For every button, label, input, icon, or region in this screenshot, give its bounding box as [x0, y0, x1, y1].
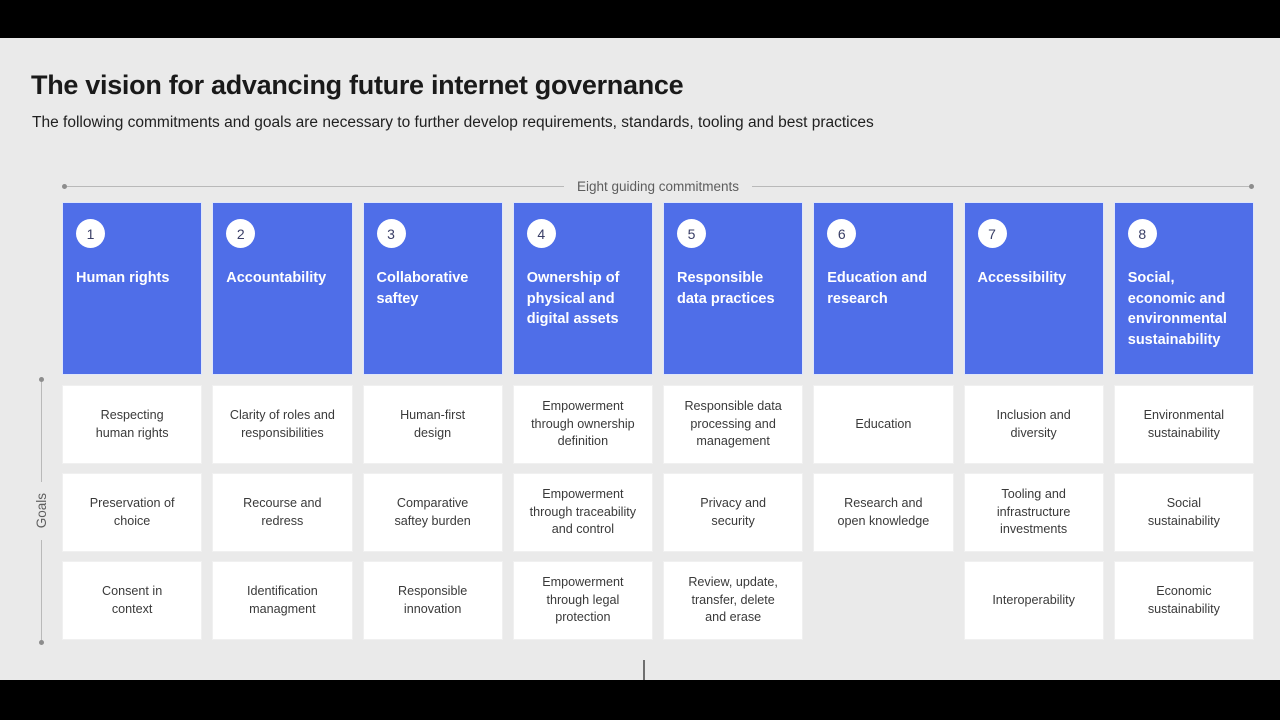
page-subtitle: The following commitments and goals are … [32, 114, 874, 131]
axis-line-bottom [40, 539, 42, 640]
goal-card[interactable]: Consent in context [62, 561, 203, 640]
page-title: The vision for advancing future internet… [31, 70, 684, 100]
goal-card[interactable]: Review, update, transfer, delete and erase [663, 561, 804, 640]
commitment-card[interactable]: 7 Accessibility [963, 202, 1104, 375]
goal-card[interactable]: Respecting human rights [62, 385, 203, 464]
commitment-number-badge: 1 [76, 219, 105, 248]
commitment-column: 2 Accountability Clarity of roles and respo… [212, 202, 353, 649]
goal-label: Responsible innovation [397, 583, 468, 616]
goal-card[interactable]: Interoperability [963, 561, 1104, 640]
goal-card[interactable]: Social sustainability [1113, 473, 1254, 552]
commitment-card[interactable]: 1 Human rights [62, 202, 203, 375]
goal-label: Respecting human rights [95, 407, 169, 440]
letterbox-top-bar [0, 0, 1280, 38]
axis-line-left [67, 185, 564, 187]
goal-card[interactable]: Identification managment [212, 561, 353, 640]
commitment-column: 1 Human rights Respecting human rights Prese… [62, 202, 203, 649]
goal-card[interactable]: Empowerment through legal protection [512, 561, 653, 640]
commitment-number-badge: 6 [827, 219, 857, 248]
commitment-label: Education and research [827, 270, 928, 307]
goal-card[interactable]: Comparative saftey burden [362, 473, 503, 552]
commitment-card[interactable]: 6 Education and research [813, 202, 954, 375]
goal-label: Human-first design [400, 407, 466, 440]
presentation-screen: The vision for advancing future internet… [0, 0, 1280, 720]
goal-card[interactable]: Privacy and security [663, 473, 804, 552]
goal-label: Comparative saftey burden [394, 495, 471, 528]
goal-label: Inclusion and diversity [996, 407, 1071, 440]
axis-line-right [752, 185, 1250, 187]
commitment-card[interactable]: 2 Accountability [212, 202, 353, 375]
goal-card[interactable]: Environmental sustainability [1113, 385, 1254, 464]
goal-label: Privacy and security [700, 495, 767, 528]
commitment-card[interactable]: 4 Ownership of physical and digital asset… [512, 202, 653, 375]
top-axis-label: Eight guiding commitments [576, 178, 740, 194]
commitment-number-badge: 2 [226, 219, 256, 248]
axis-endpoint-dot-bottom [38, 640, 44, 645]
goal-label: Responsible data processing and management [684, 398, 782, 449]
goal-card[interactable]: Tooling and infrastructure investments [963, 473, 1104, 552]
commitment-card[interactable]: 3 Collaborative saftey [362, 202, 503, 375]
commitment-column: 7 Accessibility Inclusion and diversity Tool… [963, 202, 1104, 649]
commitment-column: 3 Collaborative saftey Human-first design Co… [362, 202, 503, 649]
goal-card[interactable]: Economic sustainability [1113, 561, 1254, 640]
goal-label: Tooling and infrastructure investments [996, 486, 1071, 537]
goal-label: Empowerment through legal protection [542, 574, 624, 625]
goal-card[interactable]: Responsible data processing and management [663, 385, 804, 464]
goal-card[interactable]: Empowerment through ownership definition [512, 385, 653, 464]
goal-label: Review, update, transfer, delete and erase [688, 574, 778, 625]
commitment-card[interactable]: 5 Responsible data practices [663, 202, 804, 375]
commitment-label: Collaborative saftey [376, 270, 469, 307]
commitment-column: 6 Education and research Education Research… [813, 202, 954, 649]
goal-label: Empowerment through traceability and contr… [529, 486, 637, 537]
commitment-column: 4 Ownership of physical and digital asset… [512, 202, 653, 649]
commitments-goals-grid: 1 Human rights Respecting human rights Prese… [62, 202, 1254, 649]
goal-card[interactable]: Clarity of roles and responsibilities [212, 385, 353, 464]
goal-label: Preservation of choice [89, 495, 175, 528]
commitment-label: Responsible data practices [677, 270, 775, 307]
goal-card[interactable]: Education [813, 385, 954, 464]
goal-card-empty [813, 561, 953, 640]
goal-label: Interoperability [992, 592, 1075, 607]
bottom-caret-mark [643, 660, 645, 680]
commitment-number-badge: 3 [376, 219, 406, 248]
axis-endpoint-dot-right [1249, 183, 1255, 189]
goal-label: Environmental sustainability [1143, 407, 1225, 440]
goal-label: Education [855, 416, 912, 431]
commitment-label: Ownership of physical and digital assets [526, 270, 620, 328]
goal-card[interactable]: Empowerment through traceability and contr… [512, 473, 653, 552]
commitment-number-badge: 8 [1127, 219, 1157, 248]
goal-card[interactable]: Responsible innovation [362, 561, 503, 640]
goal-card[interactable]: Inclusion and diversity [963, 385, 1104, 464]
goal-label: Clarity of roles and responsibilities [229, 407, 335, 440]
commitment-label: Social, economic and environmental susta… [1127, 270, 1227, 348]
commitment-column: 8 Social, economic and environmental sust… [1113, 202, 1254, 649]
goal-label: Economic sustainability [1147, 583, 1220, 616]
commitment-column: 5 Responsible data practices Responsible d… [663, 202, 804, 649]
commitment-number-badge: 4 [526, 219, 556, 248]
commitment-number-badge: 7 [977, 219, 1007, 248]
goal-card[interactable]: Human-first design [362, 385, 503, 464]
slide-canvas: The vision for advancing future internet… [0, 38, 1280, 680]
left-axis-label: Goals [33, 493, 49, 529]
goal-label: Consent in context [102, 583, 163, 616]
goal-card[interactable]: Preservation of choice [62, 473, 203, 552]
goal-card[interactable]: Recourse and redress [212, 473, 353, 552]
goal-label: Empowerment through ownership definition [531, 398, 635, 449]
goal-label: Identification managment [247, 583, 318, 616]
goal-label: Recourse and redress [243, 495, 322, 528]
commitment-label: Human rights [76, 270, 170, 286]
goal-label: Social sustainability [1147, 495, 1220, 528]
commitment-label: Accessibility [977, 270, 1067, 286]
top-axis: Eight guiding commitments [62, 178, 1255, 194]
left-axis: Goals [33, 377, 49, 645]
letterbox-bottom-bar [0, 680, 1280, 720]
axis-line-top [40, 382, 42, 483]
commitment-card[interactable]: 8 Social, economic and environmental sust… [1113, 202, 1254, 375]
goal-label: Research and open knowledge [837, 495, 930, 528]
commitment-label: Accountability [226, 270, 327, 286]
goal-card[interactable]: Research and open knowledge [813, 473, 954, 552]
commitment-number-badge: 5 [677, 219, 706, 248]
